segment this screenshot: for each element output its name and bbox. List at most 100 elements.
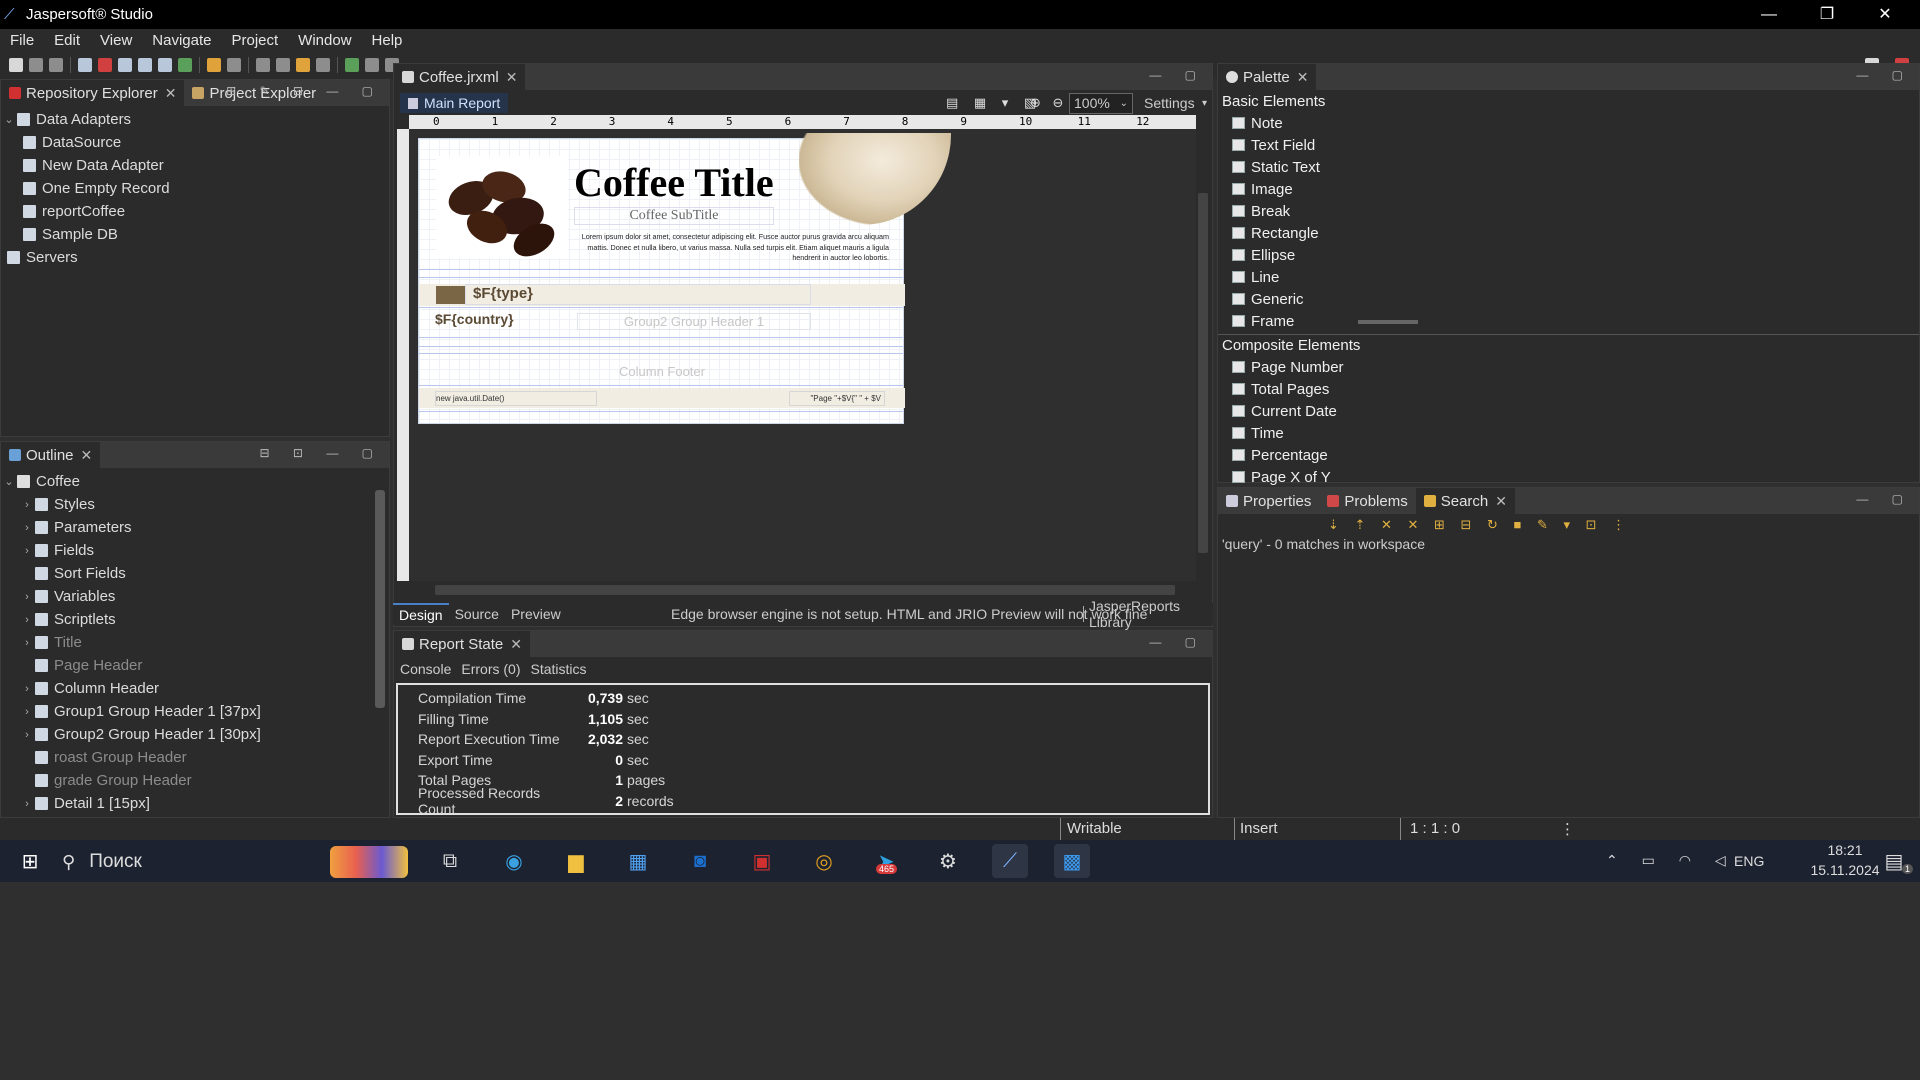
outline-item[interactable]: › Detail 1 [15px] bbox=[1, 792, 389, 815]
menu-navigate[interactable]: Navigate bbox=[142, 32, 221, 49]
group1-header-band[interactable]: $F{type} bbox=[419, 284, 905, 306]
chevron-right-icon[interactable]: › bbox=[19, 798, 35, 810]
chevron-down-icon[interactable]: ▾ bbox=[1202, 98, 1207, 109]
view-controls[interactable]: — ▢ bbox=[1856, 68, 1913, 82]
tab-coffee-jrxml[interactable]: Coffee.jrxml ✕ bbox=[394, 64, 526, 90]
menu-help[interactable]: Help bbox=[362, 32, 413, 49]
close-icon[interactable]: ✕ bbox=[165, 85, 177, 102]
close-icon[interactable]: ✕ bbox=[506, 69, 518, 86]
chevron-down-icon[interactable]: ⌄ bbox=[1, 475, 17, 488]
tab-design[interactable]: Design bbox=[393, 603, 449, 625]
tab-source[interactable]: Source bbox=[449, 604, 505, 624]
canvas-vscroll[interactable] bbox=[1196, 113, 1210, 565]
chevron-down-icon[interactable]: ⌄ bbox=[1, 113, 17, 126]
subtab-console[interactable]: Console bbox=[400, 661, 451, 677]
tab-report-state[interactable]: Report State ✕ bbox=[394, 631, 530, 657]
close-icon[interactable]: ✕ bbox=[1297, 69, 1309, 86]
palette-item[interactable]: Percentage bbox=[1218, 444, 1919, 466]
tab-repository-explorer[interactable]: Repository Explorer ✕ bbox=[1, 80, 185, 106]
scrollbar[interactable] bbox=[373, 470, 387, 816]
file-explorer-icon[interactable]: ▆ bbox=[558, 844, 594, 878]
view-controls[interactable]: — ▢ bbox=[1149, 635, 1206, 649]
tree-item[interactable]: New Data Adapter bbox=[1, 154, 389, 177]
tab-problems[interactable]: Problems bbox=[1319, 488, 1415, 514]
palette-item[interactable]: Note bbox=[1218, 112, 1919, 134]
tree-item[interactable]: Servers bbox=[1, 246, 389, 269]
tree-item[interactable]: ⌄ Data Adapters bbox=[1, 108, 389, 131]
report-subtitle[interactable]: Coffee SubTitle bbox=[574, 207, 774, 225]
layout-tools-icon[interactable]: ▤ ▦ ▾ ▧ bbox=[946, 95, 1042, 111]
report-title[interactable]: Coffee Title bbox=[574, 157, 789, 209]
compile-icon[interactable] bbox=[78, 58, 92, 72]
tab-search[interactable]: Search ✕ bbox=[1415, 488, 1515, 514]
report-icon[interactable] bbox=[118, 58, 132, 72]
date-field[interactable]: new java.util.Date() bbox=[435, 391, 597, 406]
language-indicator[interactable]: ENG bbox=[1734, 853, 1764, 869]
palette-item[interactable]: Frame bbox=[1218, 310, 1919, 332]
palette-item[interactable]: Break bbox=[1218, 200, 1919, 222]
chevron-right-icon[interactable]: › bbox=[19, 591, 35, 603]
outline-item[interactable]: › Variables bbox=[1, 585, 389, 608]
tab-palette[interactable]: Palette ✕ bbox=[1218, 64, 1317, 90]
tab-outline[interactable]: Outline ✕ bbox=[1, 442, 101, 468]
outline-item[interactable]: Sort Fields bbox=[1, 562, 389, 585]
more-icon[interactable]: ⋮ bbox=[1560, 820, 1575, 838]
tab-preview[interactable]: Preview bbox=[505, 604, 567, 624]
tray-icons[interactable]: ⌃ ▭ ◠ ◁ bbox=[1606, 852, 1736, 869]
basic-elements-header[interactable]: Basic Elements bbox=[1218, 90, 1919, 112]
design-canvas[interactable]: Coffee Title Coffee SubTitle Lorem ipsum… bbox=[409, 113, 1210, 581]
close-button[interactable]: ✕ bbox=[1856, 0, 1914, 29]
jaspersoft-taskbar-icon[interactable]: ⟋ bbox=[992, 844, 1028, 878]
outline-item[interactable]: Page Header bbox=[1, 654, 389, 677]
close-icon[interactable]: ✕ bbox=[81, 447, 93, 464]
menu-view[interactable]: View bbox=[90, 32, 142, 49]
outline-item[interactable]: grade Group Header bbox=[1, 769, 389, 792]
palette-item[interactable]: Rectangle bbox=[1218, 222, 1919, 244]
tree-item[interactable]: ⌄ Coffee bbox=[1, 470, 389, 493]
run-icon[interactable] bbox=[178, 58, 192, 72]
settings-gear-icon[interactable]: ⚙ bbox=[930, 844, 966, 878]
outline-item[interactable]: › Title bbox=[1, 631, 389, 654]
view-controls[interactable]: — ▢ bbox=[1149, 68, 1206, 82]
tree-item[interactable]: reportCoffee bbox=[1, 200, 389, 223]
winrar-icon[interactable]: ▣ bbox=[744, 844, 780, 878]
subtab-statistics[interactable]: Statistics bbox=[531, 661, 587, 677]
subtab-errors[interactable]: Errors (0) bbox=[461, 661, 520, 677]
widgets-icon[interactable] bbox=[330, 846, 408, 878]
palette-item[interactable]: Static Text bbox=[1218, 156, 1919, 178]
palette-item[interactable]: Ellipse bbox=[1218, 244, 1919, 266]
save-all-icon[interactable] bbox=[49, 58, 63, 72]
palette-item[interactable]: Image bbox=[1218, 178, 1919, 200]
menu-window[interactable]: Window bbox=[288, 32, 361, 49]
zoom-select[interactable]: 100% ⌄ bbox=[1069, 93, 1133, 114]
chevron-right-icon[interactable]: › bbox=[19, 683, 35, 695]
view-controls[interactable]: ⊟ ⊡ — ▢ bbox=[260, 446, 383, 460]
chevron-right-icon[interactable]: › bbox=[19, 706, 35, 718]
chevron-right-icon[interactable]: › bbox=[19, 522, 35, 534]
outline-item[interactable]: › Scriptlets bbox=[1, 608, 389, 631]
tree-item[interactable]: One Empty Record bbox=[1, 177, 389, 200]
chevron-right-icon[interactable]: › bbox=[19, 729, 35, 741]
coffee-cup-image[interactable] bbox=[799, 133, 951, 225]
edge-icon[interactable]: ◉ bbox=[496, 844, 532, 878]
page-number-field[interactable]: "Page "+$V{" " + $V bbox=[789, 391, 885, 406]
composite-elements-header[interactable]: Composite Elements bbox=[1218, 334, 1919, 356]
publish-icon[interactable] bbox=[158, 58, 172, 72]
tab-properties[interactable]: Properties bbox=[1218, 488, 1319, 514]
chevron-right-icon[interactable]: › bbox=[19, 614, 35, 626]
palette-item[interactable]: Current Date bbox=[1218, 400, 1919, 422]
outline-item[interactable]: › Group1 Group Header 1 [37px] bbox=[1, 700, 389, 723]
outline-item[interactable]: › Column Header bbox=[1, 677, 389, 700]
outline-item[interactable]: › Styles bbox=[1, 493, 389, 516]
lorem-text[interactable]: Lorem ipsum dolor sit amet, consectetur … bbox=[575, 232, 889, 266]
tree-item[interactable]: DataSource bbox=[1, 131, 389, 154]
tree-item[interactable]: Sample DB bbox=[1, 223, 389, 246]
wand-icon[interactable] bbox=[207, 58, 221, 72]
close-icon[interactable]: ✕ bbox=[510, 636, 522, 653]
intellij-icon[interactable]: ▩ bbox=[1054, 844, 1090, 878]
chevron-right-icon[interactable]: › bbox=[19, 637, 35, 649]
nav-prev-edit-icon[interactable] bbox=[256, 58, 270, 72]
outline-item[interactable]: › Parameters bbox=[1, 516, 389, 539]
undo-icon[interactable] bbox=[365, 58, 379, 72]
outline-item[interactable]: roast Group Header bbox=[1, 746, 389, 769]
